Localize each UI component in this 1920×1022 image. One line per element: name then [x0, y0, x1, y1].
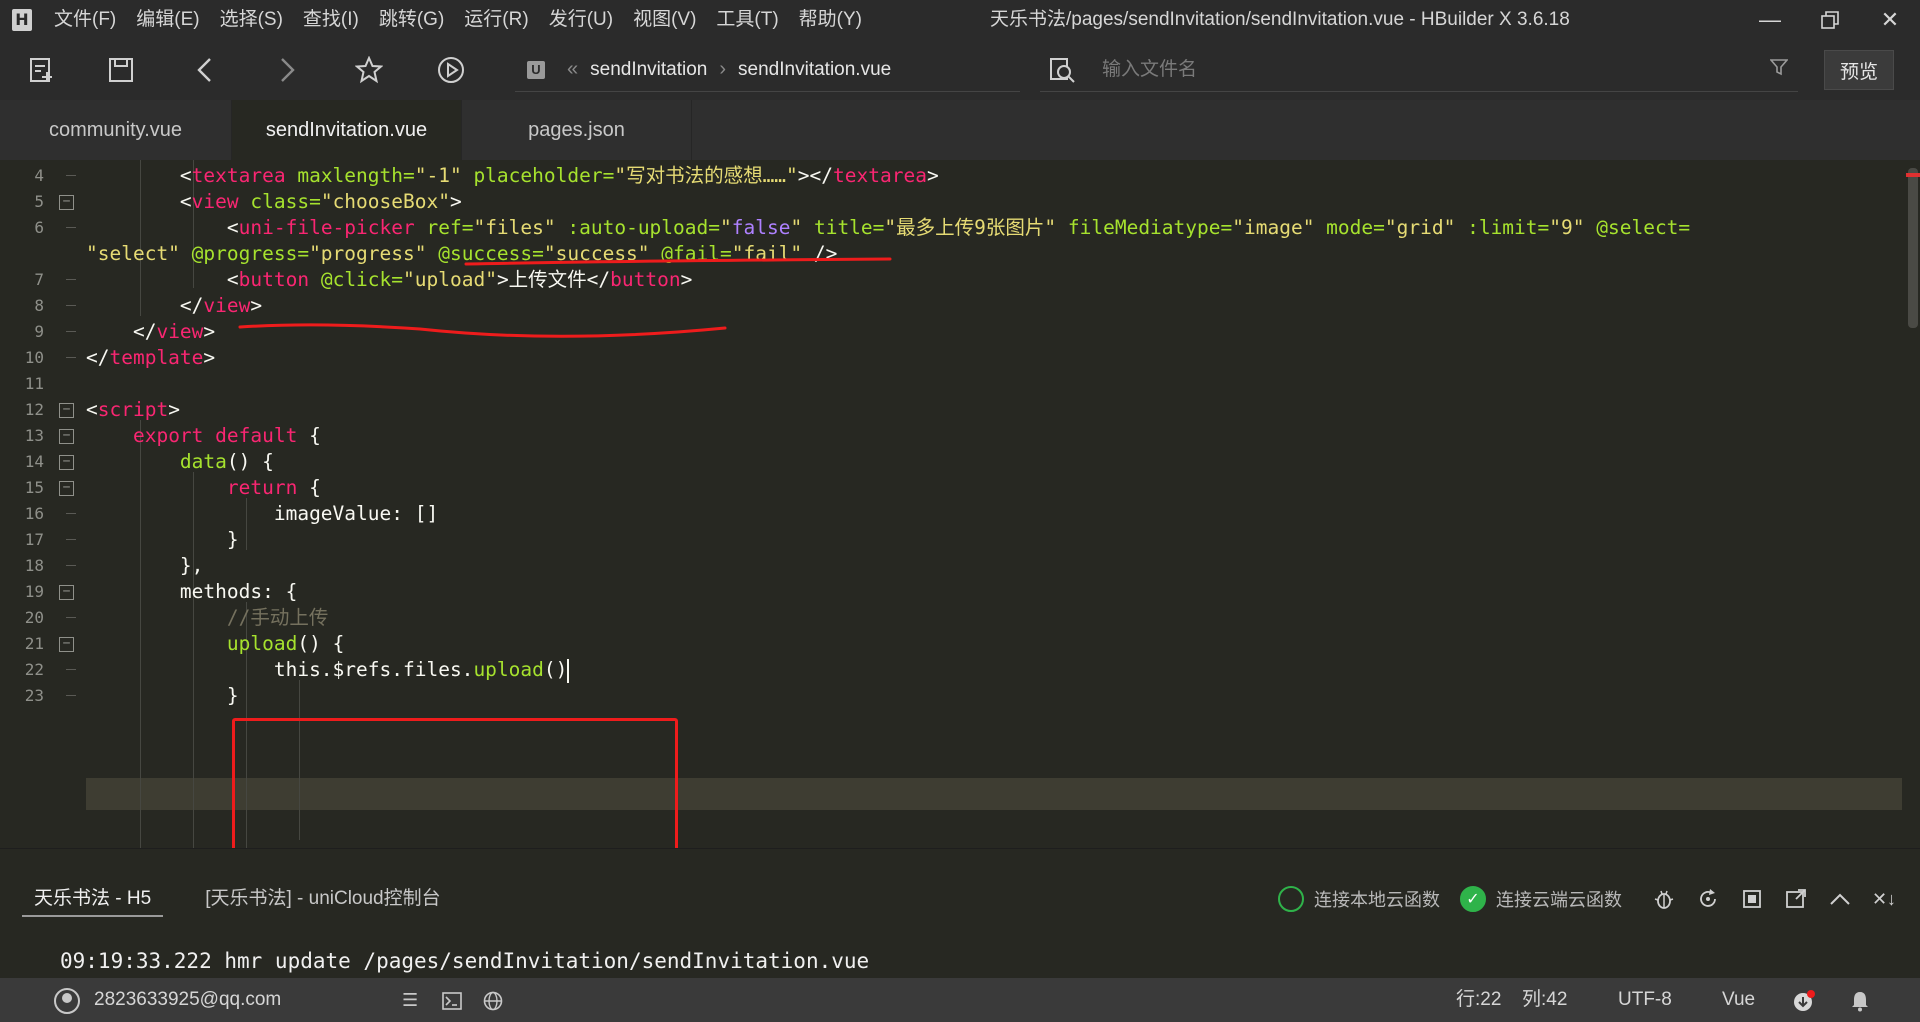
- chevron-up-icon[interactable]: [1818, 879, 1862, 919]
- menu-file[interactable]: 文件(F): [44, 0, 126, 40]
- tab-console-h5[interactable]: 天乐书法 - H5: [22, 881, 164, 917]
- terminal-icon[interactable]: [442, 978, 462, 1022]
- scroll-position-marker: [1906, 173, 1920, 177]
- new-file-icon[interactable]: [20, 50, 62, 90]
- menu-find[interactable]: 查找(I): [293, 0, 369, 40]
- back-icon[interactable]: [184, 50, 226, 90]
- tab-pages-json[interactable]: pages.json: [462, 100, 692, 160]
- save-icon[interactable]: [100, 50, 142, 90]
- remote-cloud-option[interactable]: ✓ 连接云端云函数: [1460, 886, 1622, 912]
- editor-tabs: community.vue sendInvitation.vue pages.j…: [0, 100, 1920, 160]
- file-search-bar: [1040, 48, 1798, 92]
- fold-toggle-icon[interactable]: −: [59, 481, 74, 496]
- menu-run[interactable]: 运行(R): [454, 0, 538, 40]
- close-panel-icon[interactable]: ✕↓: [1862, 879, 1906, 919]
- fold-toggle-icon[interactable]: −: [59, 403, 74, 418]
- fold-toggle-icon[interactable]: −: [59, 455, 74, 470]
- run-icon[interactable]: [430, 50, 472, 90]
- breadcrumb-file[interactable]: sendInvitation.vue: [738, 59, 891, 81]
- cursor-column-number[interactable]: 列:42: [1522, 978, 1567, 1022]
- stop-icon[interactable]: [1730, 879, 1774, 919]
- code-line-23: }: [226, 684, 239, 707]
- filter-icon[interactable]: [1769, 58, 1789, 82]
- minimize-icon[interactable]: —: [1740, 0, 1800, 40]
- menu-publish[interactable]: 发行(U): [539, 0, 623, 40]
- menu-help[interactable]: 帮助(Y): [789, 0, 872, 40]
- console-output-line: 09:19:33.222 hmr update /pages/sendInvit…: [60, 949, 870, 973]
- tab-unicloud-console[interactable]: [天乐书法] - uniCloud控制台: [193, 881, 452, 917]
- update-notify-icon[interactable]: [1792, 978, 1816, 1022]
- double-chevron-left-icon[interactable]: «: [567, 58, 578, 81]
- language-mode[interactable]: Vue: [1722, 978, 1755, 1022]
- line-number: 6: [34, 218, 44, 237]
- menu-view[interactable]: 视图(V): [623, 0, 706, 40]
- status-bar: 2823633925@qq.com ☰ 行:22 列:42 UTF-8 Vue: [0, 978, 1920, 1022]
- tab-sendinvitation-vue[interactable]: sendInvitation.vue: [232, 100, 462, 160]
- menu-select[interactable]: 选择(S): [210, 0, 293, 40]
- title-bar: H 文件(F) 编辑(E) 选择(S) 查找(I) 跳转(G) 运行(R) 发行…: [0, 0, 1920, 40]
- hbuilder-logo-icon: H: [0, 0, 44, 40]
- bookmark-star-icon[interactable]: [348, 50, 390, 90]
- console-tabs: 天乐书法 - H5 [天乐书法] - uniCloud控制台: [0, 879, 453, 919]
- bell-icon[interactable]: [1850, 978, 1870, 1022]
- chevron-right-icon: ›: [719, 58, 727, 80]
- file-encoding[interactable]: UTF-8: [1618, 978, 1672, 1022]
- close-icon[interactable]: ✕: [1860, 0, 1920, 40]
- console-actions: 连接本地云函数 ✓ 连接云端云函数 ✕↓: [1278, 879, 1906, 919]
- menu-bar: 文件(F) 编辑(E) 选择(S) 查找(I) 跳转(G) 运行(R) 发行(U…: [44, 0, 872, 40]
- menu-edit[interactable]: 编辑(E): [126, 0, 209, 40]
- preview-button[interactable]: 预览: [1824, 50, 1894, 90]
- user-avatar-icon[interactable]: [54, 988, 80, 1014]
- breadcrumb-folder[interactable]: sendInvitation: [590, 59, 707, 81]
- user-account[interactable]: 2823633925@qq.com: [94, 978, 281, 1022]
- cursor-line-number[interactable]: 行:22: [1456, 978, 1501, 1022]
- fold-toggle-icon[interactable]: −: [59, 637, 74, 652]
- open-external-icon[interactable]: [1774, 879, 1818, 919]
- fold-toggle-icon[interactable]: −: [59, 195, 74, 210]
- fold-toggle-icon[interactable]: −: [59, 429, 74, 444]
- window-controls: — ✕: [1740, 0, 1920, 40]
- radio-checked-icon[interactable]: ✓: [1460, 886, 1486, 912]
- console-panel: 天乐书法 - H5 [天乐书法] - uniCloud控制台 连接本地云函数 ✓…: [0, 848, 1920, 978]
- window-title: 天乐书法/pages/sendInvitation/sendInvitation…: [990, 9, 1570, 30]
- list-icon[interactable]: ☰: [402, 978, 418, 1022]
- code-line-10: </template>: [86, 346, 216, 369]
- file-search-input[interactable]: [1102, 58, 1702, 81]
- local-cloud-option[interactable]: 连接本地云函数: [1278, 886, 1440, 912]
- uniapp-project-icon: U: [527, 60, 545, 79]
- network-globe-icon[interactable]: [482, 978, 504, 1022]
- tab-community-vue[interactable]: community.vue: [0, 100, 232, 160]
- radio-unchecked-icon[interactable]: [1278, 886, 1304, 912]
- editor-scroll-thumb[interactable]: [1908, 168, 1918, 328]
- menu-tools[interactable]: 工具(T): [706, 0, 788, 40]
- restart-icon[interactable]: [1686, 879, 1730, 919]
- line-number: 23: [24, 686, 44, 705]
- forward-icon[interactable]: [266, 50, 308, 90]
- red-highlight-box: [232, 718, 678, 856]
- toolbar: U « sendInvitation › sendInvitation.vue …: [0, 40, 1920, 100]
- breadcrumb: U « sendInvitation › sendInvitation.vue: [515, 48, 1020, 92]
- search-file-icon: [1040, 56, 1084, 84]
- debug-bug-icon[interactable]: [1642, 879, 1686, 919]
- fold-toggle-icon[interactable]: −: [59, 585, 74, 600]
- restore-icon[interactable]: [1800, 0, 1860, 40]
- menu-goto[interactable]: 跳转(G): [369, 0, 454, 40]
- text-caret: [567, 658, 570, 683]
